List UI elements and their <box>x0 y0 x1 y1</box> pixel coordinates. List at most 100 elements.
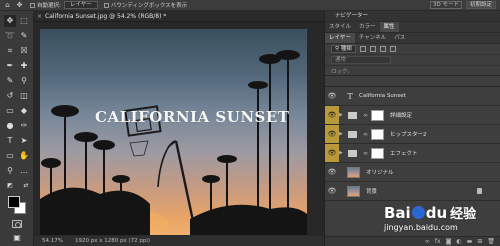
photo[interactable]: CALIFORNIA SUNSET <box>40 29 307 235</box>
lock-row: ロック: <box>325 66 500 76</box>
tab-channels[interactable]: チャンネル <box>355 33 390 43</box>
eye-icon[interactable]: 👁 <box>325 182 339 200</box>
document-title: California Sunset.jpg @ 54.2% (RGB/8) * <box>45 12 167 20</box>
eye-icon[interactable]: 👁 <box>325 163 339 181</box>
layer-mask-thumbnail[interactable] <box>371 147 384 159</box>
layer-row-group[interactable]: 👁 ▶ ∞ ヒップスター2 <box>325 125 500 144</box>
pixel-filter-icon[interactable] <box>359 46 366 52</box>
gradient-tool-icon[interactable]: ▭ <box>4 105 16 117</box>
tab-styles[interactable]: スタイル <box>325 22 355 32</box>
lock-icon <box>477 188 482 194</box>
eraser-tool-icon[interactable]: ◫ <box>18 90 30 102</box>
screen-mode-icon[interactable]: ▣ <box>11 232 23 244</box>
layer-name: 背景 <box>366 189 378 195</box>
link-icon: ∞ <box>363 149 368 157</box>
quick-select-tool-icon[interactable]: ✎ <box>18 30 30 42</box>
hand-tool-icon[interactable]: ✋ <box>18 150 30 162</box>
type-tool-icon[interactable]: T <box>4 135 16 147</box>
layer-row-group[interactable]: 👁 ▶ ∞ 詳細設定 <box>325 106 500 125</box>
3d-mode-label[interactable]: 3D モード <box>430 1 462 9</box>
bounding-box-checkbox[interactable] <box>103 2 109 8</box>
type-filter-icon[interactable] <box>379 46 386 52</box>
layer-row-group[interactable]: 👁 ▶ ∞ エフェクト <box>325 144 500 163</box>
swap-colors-icon[interactable]: ⇄ <box>20 180 32 192</box>
foreground-color-swatch[interactable] <box>8 196 20 208</box>
adjustment-icon[interactable]: ◐ <box>456 238 461 245</box>
tab-layers[interactable]: レイヤー <box>325 33 355 43</box>
eyedropper-tool-icon[interactable]: ✒ <box>4 60 16 72</box>
move-tool-icon[interactable]: ✥ <box>15 1 24 10</box>
blend-mode-dropdown[interactable]: 通常 <box>331 56 391 64</box>
options-bar: ⌂ ✥ 自動選択: レイヤー バウンディングボックスを表示 3D モード 初期設… <box>0 0 500 11</box>
marquee-tool-icon[interactable]: ⬚ <box>18 15 30 27</box>
photo-silhouettes <box>40 50 307 235</box>
document-info: 1920 px x 1280 px (72 ppi) <box>74 238 151 244</box>
crop-tool-icon[interactable]: ⌗ <box>4 45 16 57</box>
home-icon[interactable]: ⌂ <box>3 1 12 10</box>
status-bar: 54.17% 1920 px x 1280 px (72 ppi) <box>34 236 324 246</box>
auto-select-checkbox[interactable] <box>30 2 35 8</box>
move-tool-icon[interactable]: ✥ <box>4 15 16 27</box>
edit-toolbar-icon[interactable]: … <box>18 165 30 177</box>
chevron-right-icon[interactable]: ▶ <box>339 150 344 156</box>
chevron-right-icon[interactable]: ▶ <box>339 112 344 118</box>
navigator-label: ナビゲーター <box>335 13 369 19</box>
frame-tool-icon[interactable]: ☒ <box>18 45 30 57</box>
layer-name: California Sunset <box>359 93 406 99</box>
blur-tool-icon[interactable]: ◆ <box>18 105 30 117</box>
brush-tool-icon[interactable]: ✎ <box>4 75 16 87</box>
bounding-box-label: バウンディングボックスを表示 <box>110 3 188 9</box>
stamp-tool-icon[interactable]: ⚲ <box>18 75 30 87</box>
layer-mask-thumbnail[interactable] <box>371 128 384 140</box>
default-colors-icon[interactable]: ◩ <box>4 180 16 192</box>
quick-mask-icon[interactable] <box>12 220 22 228</box>
eye-icon[interactable]: 👁 <box>325 106 339 124</box>
filter-kind-dropdown[interactable]: ⚲ 種類 <box>331 45 356 53</box>
path-select-tool-icon[interactable]: ➤ <box>18 135 30 147</box>
link-icon: ∞ <box>363 111 368 119</box>
shape-tool-icon[interactable]: ▭ <box>4 150 16 162</box>
trash-icon[interactable]: 🗑 <box>487 238 495 245</box>
navigator-panel-header[interactable]: ナビゲーター <box>325 11 500 22</box>
zoom-level[interactable]: 54.17% <box>42 238 63 244</box>
chevron-right-icon[interactable]: ▶ <box>339 131 344 137</box>
layer-mask-thumbnail[interactable] <box>371 109 384 121</box>
folder-icon <box>348 130 357 138</box>
adjustment-filter-icon[interactable] <box>369 46 376 52</box>
document-tab[interactable]: × California Sunset.jpg @ 54.2% (RGB/8) … <box>34 11 324 22</box>
close-icon[interactable]: × <box>37 13 42 20</box>
add-mask-icon[interactable]: ◙ <box>446 238 452 245</box>
eye-icon[interactable]: 👁 <box>325 87 339 105</box>
eye-icon[interactable]: 👁 <box>325 125 339 143</box>
blend-row: 通常 <box>325 55 500 66</box>
tab-color[interactable]: カラー <box>355 22 380 32</box>
tab-properties[interactable]: 属性 <box>379 22 399 32</box>
zoom-tool-icon[interactable]: ⚲ <box>4 165 16 177</box>
link-icon: ∞ <box>363 130 368 138</box>
lasso-tool-icon[interactable]: ➰ <box>4 30 16 42</box>
layer-row-image[interactable]: 👁 オリジナル <box>325 163 500 182</box>
fx-icon[interactable]: fx <box>435 238 441 245</box>
pen-tool-icon[interactable]: ✑ <box>18 120 30 132</box>
canvas-area[interactable]: CALIFORNIA SUNSET <box>34 22 324 236</box>
layers-footer: ∞ fx ◙ ◐ ▬ ⊞ 🗑 <box>325 236 500 246</box>
tab-paths[interactable]: パス <box>390 33 409 43</box>
layer-thumbnail <box>347 166 360 178</box>
folder-icon <box>348 111 357 119</box>
eye-icon[interactable]: 👁 <box>325 144 339 162</box>
healing-tool-icon[interactable]: ✚ <box>18 60 30 72</box>
layers-spacer <box>325 76 500 87</box>
layer-name: 詳細設定 <box>390 113 413 119</box>
layer-row-background[interactable]: 👁 背景 <box>325 182 500 201</box>
dodge-tool-icon[interactable]: ● <box>4 120 16 132</box>
layer-row-type[interactable]: 👁 T California Sunset <box>325 87 500 106</box>
auto-select-dropdown[interactable]: レイヤー <box>63 1 98 9</box>
history-brush-tool-icon[interactable]: ↺ <box>4 90 16 102</box>
shape-filter-icon[interactable] <box>389 46 396 52</box>
layers-tabs: レイヤー チャンネル パス <box>325 33 500 44</box>
new-group-icon[interactable]: ▬ <box>467 238 473 245</box>
workspace-dropdown[interactable]: 初期設定 <box>465 1 496 9</box>
link-layers-icon[interactable]: ∞ <box>425 238 430 245</box>
new-layer-icon[interactable]: ⊞ <box>477 238 482 245</box>
photo-title-text: CALIFORNIA SUNSET <box>95 108 290 126</box>
